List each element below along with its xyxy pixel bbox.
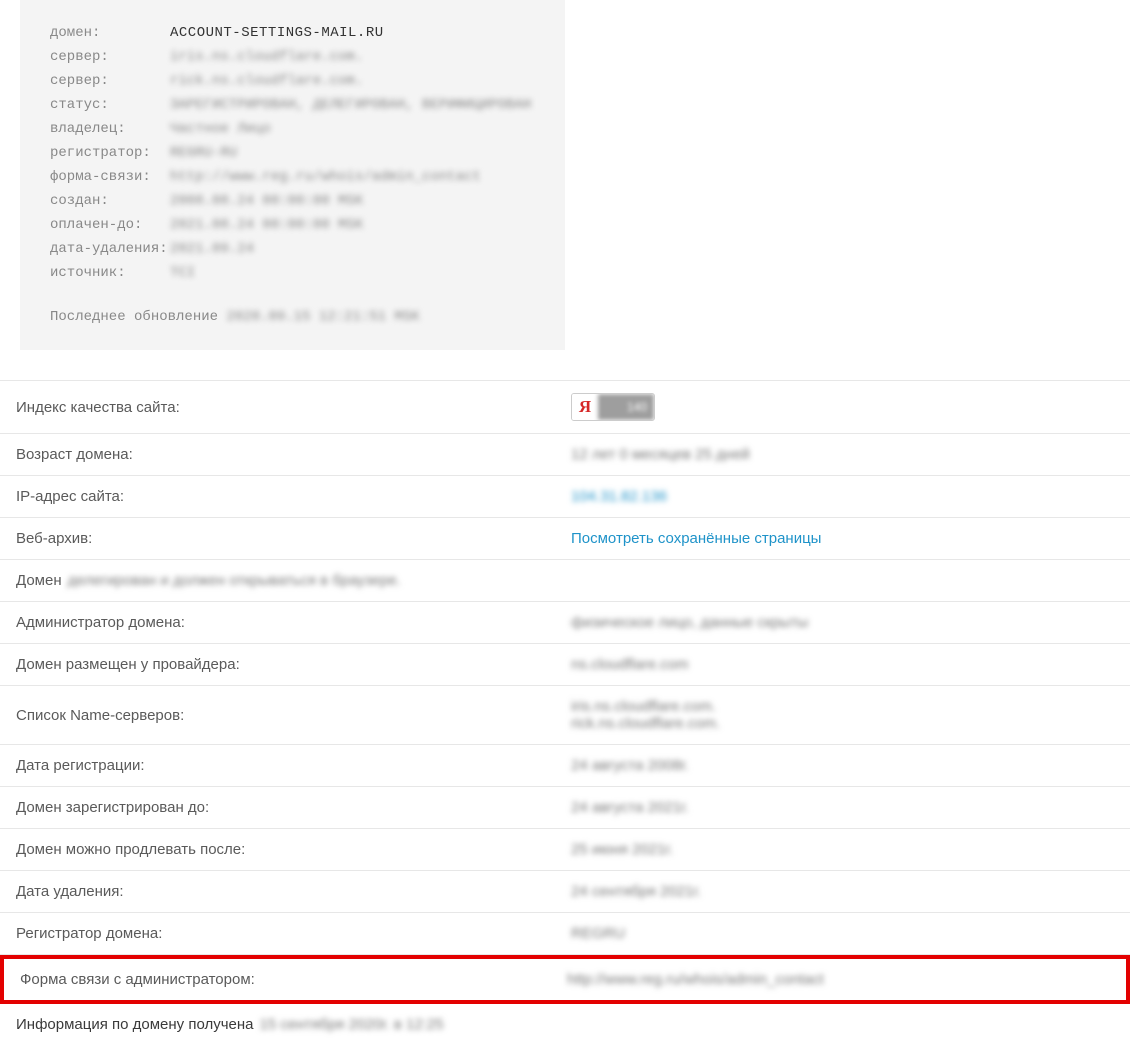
received-label: Информация по домену получена (16, 1016, 254, 1033)
received-value: 15 сентября 2020г. в 12:25 (260, 1016, 444, 1033)
whois-server1-value: iris.ns.cloudflare.com. (170, 49, 363, 65)
row-quality-index: Индекс качества сайта: Я 140 (0, 381, 1130, 434)
row-webarchive: Веб-архив: Посмотреть сохранённые страни… (0, 518, 1130, 560)
whois-owner-value: Частное Лицо (170, 121, 271, 137)
domain-age-value: 12 лет 0 месяцев 25 дней (571, 446, 750, 463)
row-registrar: Регистратор домена: REGRU (0, 913, 1130, 955)
row-renewafter: Домен можно продлевать после: 25 июня 20… (0, 829, 1130, 871)
row-domain-age: Возраст домена: 12 лет 0 месяцев 25 дней (0, 434, 1130, 476)
whois-contactform-label: форма-связи: (50, 169, 170, 185)
yandex-icon: Я (572, 394, 598, 420)
registrar-value: REGRU (571, 925, 625, 942)
row-regdate: Дата регистрации: 24 августа 2008г. (0, 745, 1130, 787)
domain-age-label: Возраст домена: (16, 446, 571, 463)
regdate-label: Дата регистрации: (16, 757, 571, 774)
whois-source-label: источник: (50, 265, 170, 281)
webarchive-link[interactable]: Посмотреть сохранённые страницы (571, 530, 821, 547)
provider-value: ns.cloudflare.com (571, 656, 689, 673)
ns-value-1: iris.ns.cloudflare.com. (571, 698, 716, 715)
whois-deletedate-value: 2021.09.24 (170, 241, 254, 257)
whois-domain-label: домен: (50, 25, 170, 41)
whois-registrar-label: регистратор: (50, 145, 170, 161)
admin-value: физическое лицо, данные скрыты (571, 614, 808, 631)
yandex-index-badge: Я 140 (571, 393, 655, 421)
contact-form-value: http://www.reg.ru/whois/admin_contact (567, 971, 824, 988)
row-nameservers: Список Name-серверов: iris.ns.cloudflare… (0, 686, 1130, 745)
registrar-label: Регистратор домена: (16, 925, 571, 942)
delegated-value: делегирован и должен открываться в брауз… (68, 572, 401, 589)
info-table: Индекс качества сайта: Я 140 Возраст дом… (0, 380, 1130, 1045)
quality-index-value: Я 140 (571, 393, 655, 421)
row-ip: IP-адрес сайта: 104.31.82.136 (0, 476, 1130, 518)
whois-block: домен:ACCOUNT-SETTINGS-MAIL.RU сервер:ir… (20, 0, 565, 350)
ns-value-2: rick.ns.cloudflare.com. (571, 715, 720, 732)
whois-deletedate-label: дата-удаления: (50, 241, 170, 257)
reguntil-label: Домен зарегистрирован до: (16, 799, 571, 816)
quality-index-label: Индекс качества сайта: (16, 399, 571, 416)
whois-server2-label: сервер: (50, 73, 170, 89)
whois-contactform-value: http://www.reg.ru/whois/admin_contact (170, 169, 481, 185)
deletedate-label: Дата удаления: (16, 883, 571, 900)
ip-link[interactable]: 104.31.82.136 (571, 488, 667, 505)
deletedate-value: 24 сентября 2021г. (571, 883, 701, 900)
reguntil-value: 24 августа 2021г. (571, 799, 689, 816)
whois-footer-value: 2020.09.15 12:21:51 MSK (226, 309, 419, 325)
row-provider: Домен размещен у провайдера: ns.cloudfla… (0, 644, 1130, 686)
contact-form-label: Форма связи с администратором: (20, 971, 567, 988)
renewafter-label: Домен можно продлевать после: (16, 841, 571, 858)
whois-created-value: 2008.08.24 00:00:00 MSK (170, 193, 363, 209)
whois-footer-label: Последнее обновление (50, 309, 218, 325)
whois-owner-label: владелец: (50, 121, 170, 137)
regdate-value: 24 августа 2008г. (571, 757, 689, 774)
whois-footer: Последнее обновление 2020.09.15 12:21:51… (50, 309, 535, 325)
whois-registrar-value: REGRU-RU (170, 145, 237, 161)
renewafter-value: 25 июня 2021г. (571, 841, 673, 858)
whois-status-label: статус: (50, 97, 170, 113)
yandex-index-number: 140 (598, 394, 654, 420)
ns-value: iris.ns.cloudflare.com. rick.ns.cloudfla… (571, 698, 720, 732)
whois-server1-label: сервер: (50, 49, 170, 65)
whois-paidtill-value: 2021.08.24 00:00:00 MSK (170, 217, 363, 233)
provider-label: Домен размещен у провайдера: (16, 656, 571, 673)
delegated-label: Домен (16, 572, 62, 589)
whois-server2-value: rick.ns.cloudflare.com. (170, 73, 363, 89)
whois-status-value: ЗАРЕГИСТРИРОВАН, ДЕЛЕГИРОВАН, ВЕРИФИЦИРО… (170, 97, 531, 113)
row-admin: Администратор домена: физическое лицо, д… (0, 602, 1130, 644)
admin-label: Администратор домена: (16, 614, 571, 631)
whois-paidtill-label: оплачен-до: (50, 217, 170, 233)
whois-created-label: создан: (50, 193, 170, 209)
whois-source-value: TCI (170, 265, 195, 281)
row-delegated: Домен делегирован и должен открываться в… (0, 560, 1130, 602)
webarchive-label: Веб-архив: (16, 530, 571, 547)
row-reguntil: Домен зарегистрирован до: 24 августа 202… (0, 787, 1130, 829)
row-received: Информация по домену получена 15 сентябр… (0, 1004, 1130, 1045)
row-deletedate: Дата удаления: 24 сентября 2021г. (0, 871, 1130, 913)
row-contact-form-highlighted: Форма связи с администратором: http://ww… (0, 955, 1130, 1004)
ns-label: Список Name-серверов: (16, 707, 571, 724)
ip-label: IP-адрес сайта: (16, 488, 571, 505)
whois-domain-value: ACCOUNT-SETTINGS-MAIL.RU (170, 25, 384, 41)
